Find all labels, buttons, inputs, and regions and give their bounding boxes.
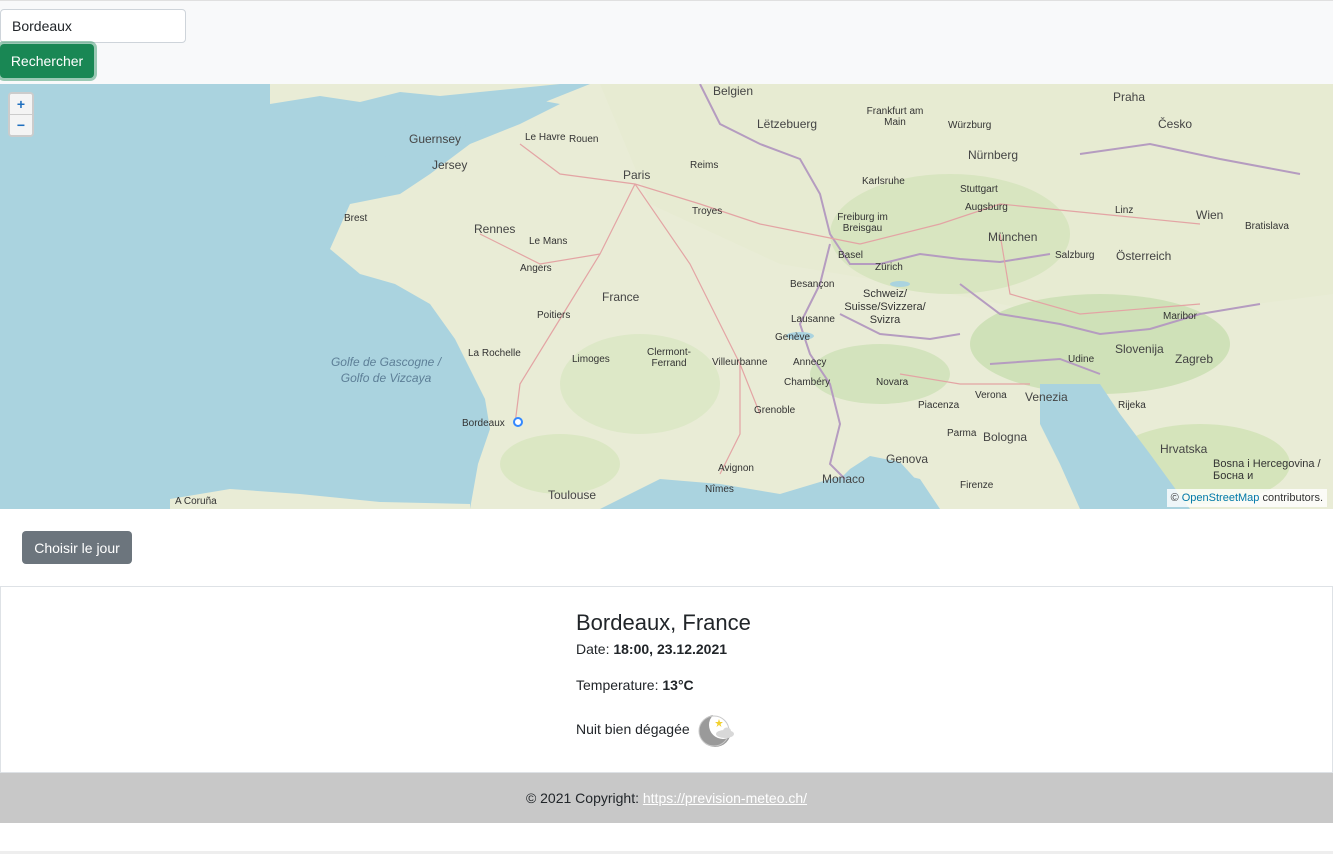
map-label: Paris	[623, 168, 651, 182]
map-label: Firenze	[960, 480, 994, 491]
map-label: Grenoble	[754, 405, 796, 416]
weather-condition: Nuit bien dégagée	[576, 721, 690, 737]
map-label: Česko	[1158, 117, 1193, 131]
map-label: Toulouse	[548, 488, 597, 502]
map-label: Bratislava	[1245, 221, 1289, 232]
zoom-in-button[interactable]: +	[10, 94, 32, 115]
map-label: Parma	[947, 428, 977, 439]
attribution-suffix: contributors.	[1262, 492, 1323, 504]
map-label: Udine	[1068, 354, 1095, 365]
date-value: 18:00, 23.12.2021	[613, 641, 728, 657]
map-label: Zagreb	[1175, 352, 1214, 366]
date-label: Date:	[576, 641, 610, 657]
map-label: Maribor	[1163, 311, 1197, 322]
map-label: Freiburg im Breisgau	[837, 212, 888, 234]
map-label: France	[602, 290, 640, 304]
map-label: Venezia	[1025, 390, 1068, 404]
map-label: Limoges	[572, 354, 610, 365]
map-label: Lausanne	[791, 314, 835, 325]
map-label: Clermont-Ferrand	[647, 347, 691, 369]
map-label: Novara	[876, 377, 909, 388]
map-label: Jersey	[432, 158, 468, 172]
map-label: Rijeka	[1118, 400, 1146, 411]
map-label: Salzburg	[1055, 250, 1095, 261]
map-label: Verona	[975, 390, 1007, 401]
map-label: Rennes	[474, 222, 516, 236]
map-label: Wien	[1196, 208, 1224, 222]
weather-location: Bordeaux, France	[576, 610, 751, 635]
search-input[interactable]	[0, 9, 186, 43]
map-label: Belgien	[713, 84, 754, 98]
map-label: Villeurbanne	[712, 357, 768, 368]
map-label: Augsburg	[965, 202, 1008, 213]
map-label: Linz	[1115, 205, 1134, 216]
temp-value: 13°C	[662, 677, 694, 693]
controls-strip	[0, 509, 1333, 586]
moon-cloud-icon	[698, 711, 737, 747]
map-label: München	[988, 230, 1038, 244]
footer-link[interactable]: https://prevision-meteo.ch/	[643, 790, 807, 806]
map-label: La Rochelle	[468, 348, 521, 359]
map-label: Bologna	[983, 430, 1028, 444]
map-label: Hrvatska	[1160, 442, 1208, 456]
search-button[interactable]: Rechercher	[0, 44, 94, 78]
map-label: Nürnberg	[968, 148, 1019, 162]
map-attribution: © OpenStreetMap contributors.	[1166, 489, 1327, 507]
map-label: Monaco	[822, 472, 865, 486]
map-label: Schweiz/ Suisse/Svizzera/ Svizra	[844, 288, 926, 326]
map-label: Würzburg	[948, 120, 992, 131]
map-label: Brest	[344, 213, 368, 224]
map-label: Guernsey	[409, 132, 462, 146]
map-label: Stuttgart	[960, 184, 998, 195]
map-label: Genova	[886, 452, 929, 466]
map-label: Praha	[1113, 90, 1146, 104]
map-label: Poitiers	[537, 310, 571, 321]
map-label: Reims	[690, 160, 719, 171]
map-tiles	[170, 84, 1333, 509]
map-label: Annecy	[793, 357, 827, 368]
footer-text: © 2021 Copyright:	[525, 790, 639, 806]
map-label: Nîmes	[705, 484, 734, 495]
map-label: Troyes	[692, 206, 723, 217]
map-label: Piacenza	[918, 400, 960, 411]
map-zoom-control: + −	[8, 92, 34, 137]
map-label: Angers	[520, 263, 552, 274]
temp-label: Temperature:	[576, 677, 659, 693]
map-label: A Coruña	[175, 496, 217, 507]
map-label: Besançon	[790, 279, 835, 290]
map-label: Bordeaux	[462, 418, 505, 429]
page-bottom	[0, 823, 1333, 854]
weather-temperature: Temperature: 13°C	[576, 677, 694, 693]
map-label: Le Mans	[529, 236, 568, 247]
zoom-out-button[interactable]: −	[10, 115, 32, 135]
map[interactable]: Belgien Lëtzebuerg Frankfurt am Main Wür…	[0, 84, 1333, 509]
attribution-prefix: ©	[1170, 492, 1179, 504]
map-label: Lëtzebuerg	[757, 117, 818, 131]
footer: © 2021 Copyright: https://prevision-mete…	[0, 773, 1333, 823]
map-label: Avignon	[718, 463, 754, 474]
map-label: Zürich	[875, 262, 903, 273]
map-label: Frankfurt am Main	[866, 106, 924, 128]
map-label: Genève	[775, 332, 811, 343]
search-bar: Rechercher	[0, 0, 1333, 84]
openstreetmap-link[interactable]: OpenStreetMap	[1182, 492, 1260, 504]
map-label: Österreich	[1116, 249, 1172, 263]
choose-day-button[interactable]: Choisir le jour	[22, 531, 132, 564]
map-label: Karlsruhe	[862, 176, 905, 187]
map-label: Golfe de Gascogne / Golfo de Vizcaya	[330, 355, 442, 385]
weather-date: Date: 18:00, 23.12.2021	[576, 641, 727, 657]
map-label: Bosna i Hercegovina / Босна и	[1213, 458, 1321, 482]
map-label: Basel	[838, 250, 864, 261]
map-label: Le Havre	[525, 132, 566, 143]
map-label: Chambéry	[784, 377, 831, 388]
map-label: Slovenija	[1115, 342, 1164, 356]
map-label: Rouen	[569, 134, 599, 145]
